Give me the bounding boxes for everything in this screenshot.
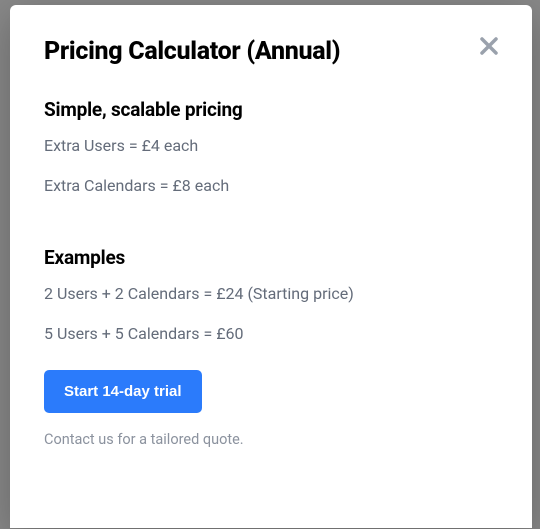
pricing-heading: Simple, scalable pricing — [44, 98, 498, 121]
close-button[interactable] — [478, 35, 500, 57]
example-line-2: 5 Users + 5 Calendars = £60 — [44, 323, 498, 345]
pricing-calculator-modal: Pricing Calculator (Annual) Simple, scal… — [10, 5, 532, 528]
extra-calendars-price: Extra Calendars = £8 each — [44, 175, 498, 197]
start-trial-button[interactable]: Start 14-day trial — [44, 370, 202, 413]
modal-header: Pricing Calculator (Annual) — [44, 37, 498, 66]
extra-users-price: Extra Users = £4 each — [44, 135, 498, 157]
close-icon — [478, 35, 500, 57]
contact-quote-text: Contact us for a tailored quote. — [44, 431, 498, 448]
examples-section: Examples 2 Users + 2 Calendars = £24 (St… — [44, 246, 498, 448]
modal-title: Pricing Calculator (Annual) — [44, 37, 340, 66]
examples-heading: Examples — [44, 246, 498, 269]
example-line-1: 2 Users + 2 Calendars = £24 (Starting pr… — [44, 283, 498, 305]
pricing-section: Simple, scalable pricing Extra Users = £… — [44, 98, 498, 198]
